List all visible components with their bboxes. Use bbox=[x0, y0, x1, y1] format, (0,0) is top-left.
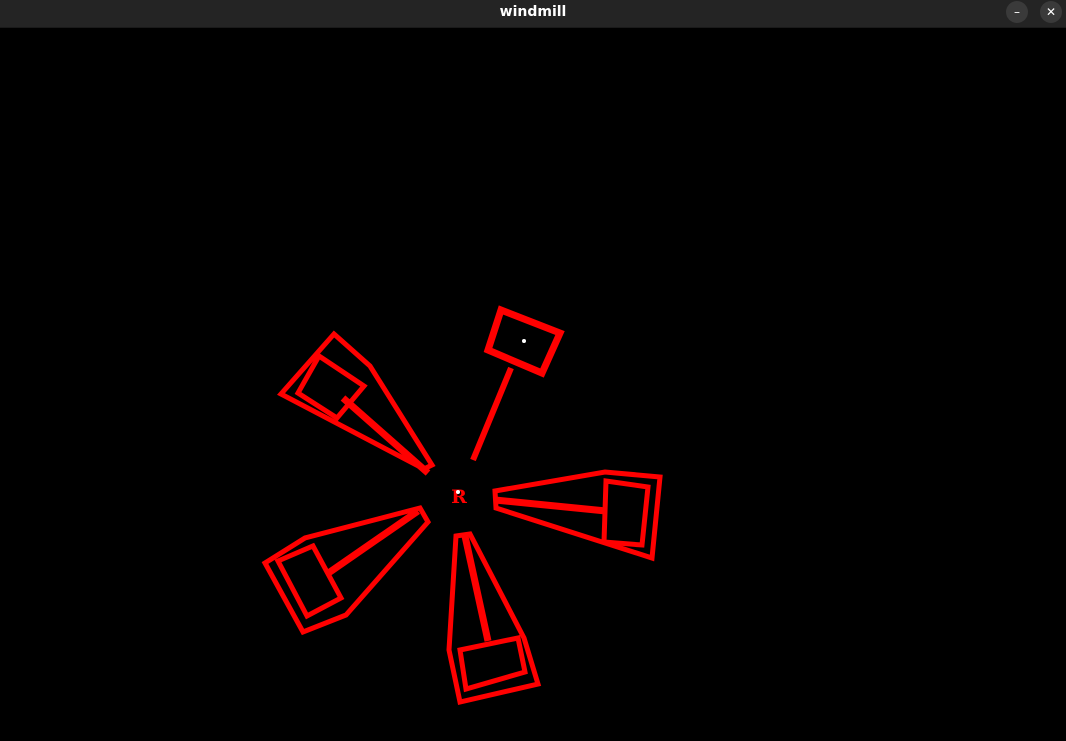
blade-down-box bbox=[457, 635, 528, 693]
target-point bbox=[522, 339, 526, 343]
blade-right bbox=[492, 469, 663, 562]
blade-upper-left-outline bbox=[277, 330, 436, 472]
close-icon[interactable]: ✕ bbox=[1040, 1, 1062, 23]
center-point bbox=[456, 490, 460, 494]
minimize-icon[interactable]: – bbox=[1006, 1, 1028, 23]
windmill-canvas: R bbox=[0, 28, 1066, 741]
blade-right-arm bbox=[494, 496, 607, 515]
blade-lower-left bbox=[261, 505, 432, 636]
active-blade bbox=[470, 305, 565, 462]
blade-down bbox=[446, 531, 542, 706]
window-title: windmill bbox=[499, 4, 567, 20]
windmill-drawing: R bbox=[261, 305, 663, 706]
blade-lower-left-outline bbox=[261, 505, 432, 636]
title-bar: windmill – ✕ bbox=[0, 0, 1066, 28]
active-blade-arm bbox=[470, 366, 514, 462]
center-r-label: R bbox=[451, 486, 467, 508]
blade-upper-left bbox=[277, 330, 436, 476]
blade-right-box bbox=[601, 478, 651, 548]
